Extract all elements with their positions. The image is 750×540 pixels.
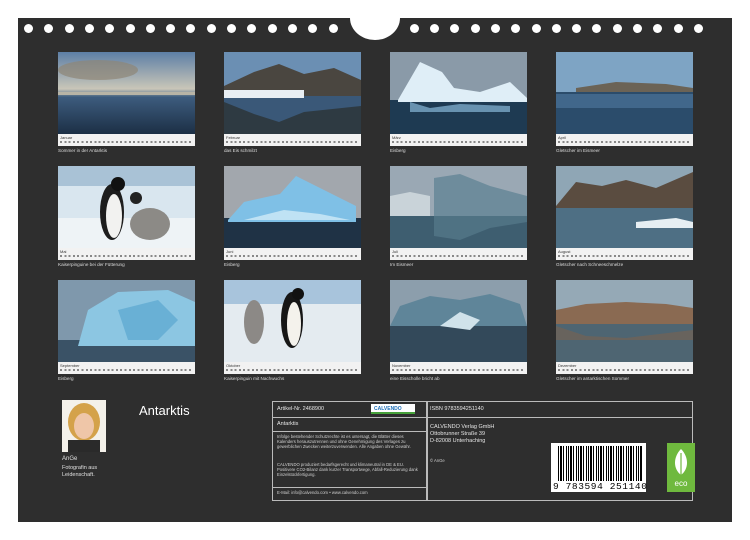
photo-may [58,166,195,248]
calendar-back-cover: Januar Sommer in der Antarktis Februar d… [18,0,732,522]
caption-november: eine Eisscholle bricht ab [390,376,440,381]
binding-hole [125,24,135,33]
binding-hole [551,24,561,33]
photo-january [58,52,195,134]
binding-hole [612,24,622,33]
binding-hole [24,24,33,33]
caption-december: Gletscher im antarktischen Sommer [556,376,630,381]
photo-december [556,280,693,362]
publisher-box: ISBN 9783594251140 CALVENDO Verlag GmbH … [426,401,695,501]
caption-september: Eisberg [58,376,74,381]
binding-hole [470,24,480,33]
binding-hole [511,24,521,33]
caption-march: Eisberg [390,148,406,153]
info-box: Artikel-Nr. 2468900 CALVENDO Antarktis I… [272,401,428,501]
author-description: Fotografin aus Leidenschaft. [62,465,98,478]
binding-hole [44,24,54,33]
author-portrait [62,400,106,452]
binding-hole [287,24,297,33]
binding-hole [450,24,460,33]
binding-hole [693,24,703,33]
binding-hole [592,24,602,33]
eco-badge: eco [667,443,695,492]
photo-november [390,280,527,362]
binding-hole [247,24,257,33]
contact-line: E-Mail: info@calvendo.com • www.calvendo… [277,490,368,495]
binding-hole [64,24,74,33]
photo-february [224,52,361,134]
photo-march [390,52,527,134]
binding-hole [145,24,155,33]
binding-hole [409,24,419,33]
binding-hole [227,24,236,33]
photo-october [224,280,361,362]
calvendo-logo: CALVENDO [371,404,415,414]
caption-october: Kaiserpinguin mit Nachwuchs [224,376,285,381]
binding-hole [328,24,338,33]
photo-june [224,166,361,248]
binding-hole [673,24,683,33]
caption-june: Eisberg [224,262,240,267]
hanger-notch [350,0,400,40]
article-number: Artikel-Nr. 2468900 [277,406,325,412]
leaf-icon [675,449,687,475]
photo-august [556,166,693,248]
binding-holes [18,0,732,44]
copyright: © AnGe [430,458,445,463]
caption-april: Gletscher im Eismeer [556,148,600,153]
binding-hole [430,24,439,33]
climate-notice: CALVENDO produziert bedarfsgerecht und k… [277,462,418,477]
caption-february: das Eis schmilzt [224,148,257,153]
binding-hole [308,24,318,33]
barcode: 9 783594 251140 [551,443,647,492]
publisher-address: CALVENDO Verlag GmbH Ottobrunner Straße … [430,424,495,444]
binding-hole [633,24,642,33]
binding-hole [84,24,94,33]
caption-may: Kaiserpinguine bei der Fütterung [58,262,125,267]
binding-hole [105,24,115,33]
calendar-title: Antarktis [139,403,190,418]
info-title: Antarktis [277,421,299,427]
legal-notice: Infolge bestehender Schutzrechte ist es … [277,434,411,449]
binding-hole [531,24,541,33]
author-name: AnGe [62,456,78,462]
binding-hole [653,24,663,33]
photo-april [556,52,693,134]
binding-hole [166,24,176,33]
binding-hole [267,24,277,33]
binding-hole [572,24,582,33]
binding-hole [186,24,196,33]
caption-january: Sommer in der Antarktis [58,148,108,153]
caption-july: Im Eismeer [390,262,414,267]
binding-hole [206,24,216,33]
binding-hole [490,24,500,33]
caption-august: Gletscher nach Schneeschmelze [556,262,624,267]
isbn: ISBN 9783594251140 [430,406,484,412]
photo-july [390,166,527,248]
photo-september [58,280,195,362]
